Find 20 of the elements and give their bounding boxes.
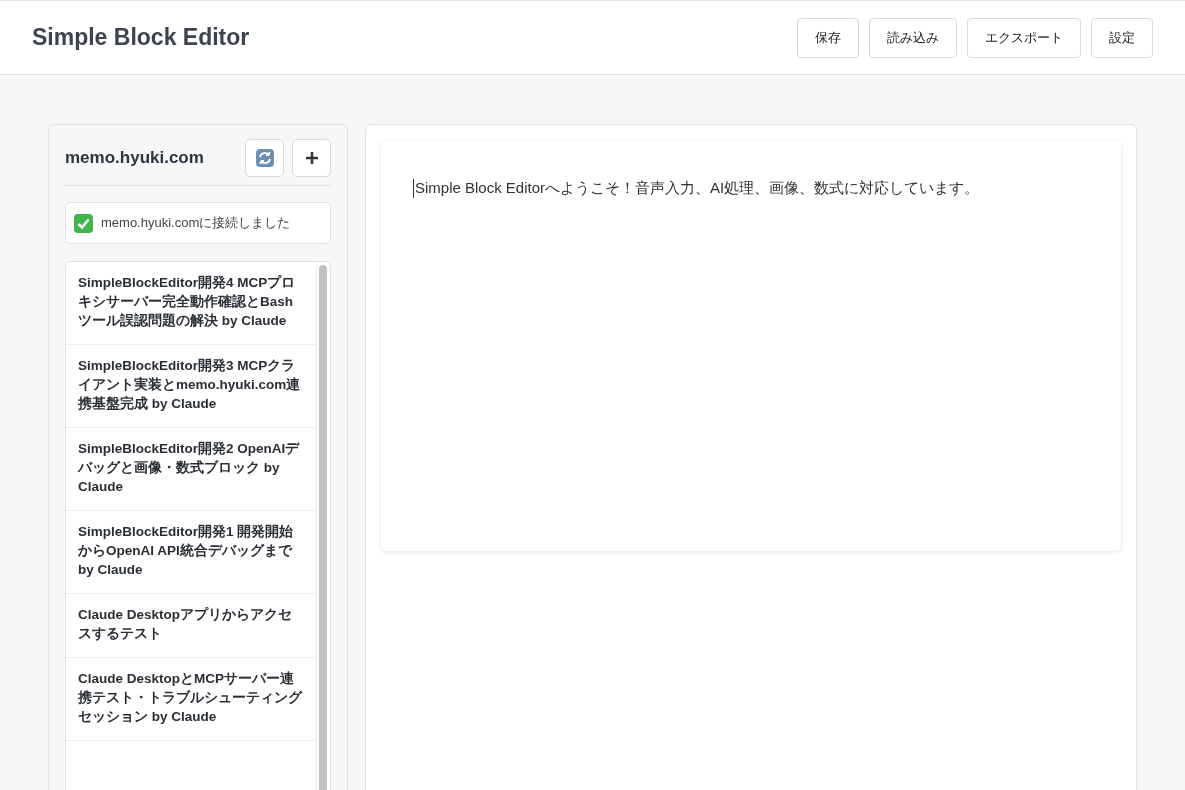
site-title: memo.hyuki.com [65,148,204,168]
toolbar-button[interactable]: 保存 [797,17,859,58]
text-block[interactable]: Simple Block Editorへようこそ！音声入力、AI処理、画像、数式に対応しています。 [413,179,1089,198]
app-title: Simple Block Editor [32,24,250,51]
plus-icon [304,151,319,165]
memo-list-item[interactable]: Claude Desktopアプリからアクセスするテスト [66,594,316,658]
toolbar-button[interactable]: 設定 [1091,17,1153,58]
memo-list-item[interactable]: Claude DesktopとMCPサーバー連携テスト・トラブルシューティングセッション by Claude [66,658,316,741]
toolbar-button[interactable]: 読み込み [869,17,957,58]
memo-list-item[interactable]: SimpleBlockEditor開発2 OpenAIデバッグと画像・数式ブロック by Claude [66,428,316,511]
check-icon [74,213,93,233]
refresh-icon [255,149,274,167]
scrollbar[interactable] [316,262,330,790]
memo-list-item[interactable]: SimpleBlockEditor開発4 MCPプロキシサーバー完全動作確認とBashツール誤認問題の解決 by Claude [66,262,316,345]
toolbar-button[interactable]: エクスポート [967,17,1081,58]
add-button[interactable] [292,139,331,177]
status-text: memo.hyuki.comに接続しました [101,214,291,232]
memo-list-item[interactable]: SimpleBlockEditor開発3 MCPクライアント実装とmemo.hyuki.com連携基盤完成 by Claude [66,345,316,428]
refresh-button[interactable] [245,139,284,177]
memo-list-item[interactable]: SimpleBlockEditor開発1 開発開始からOpenAI API統合デバッグまで by Claude [66,511,316,594]
